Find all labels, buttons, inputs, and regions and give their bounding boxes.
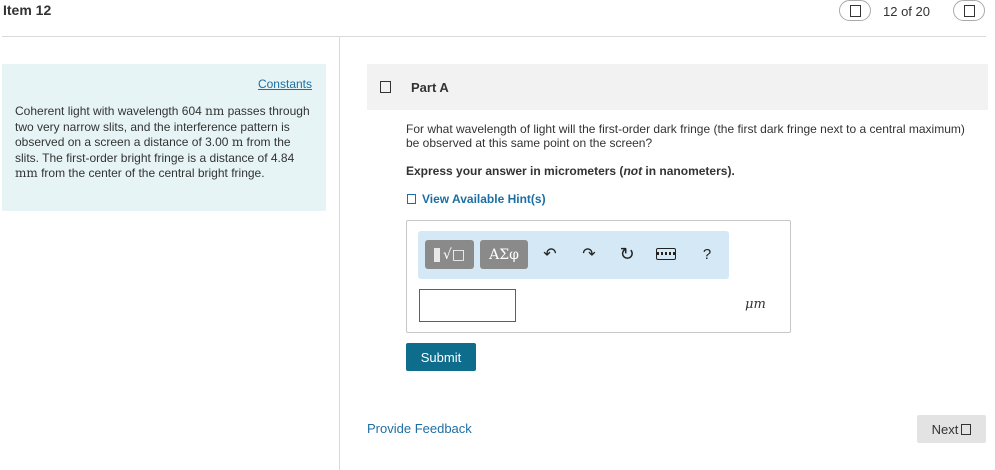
answer-area: √□ ΑΣφ ↶ ↷ ↻ ? μm (406, 220, 791, 333)
square-icon (849, 4, 861, 17)
undo-icon[interactable]: ↶ (540, 244, 560, 264)
unit-label: μm (745, 297, 766, 312)
constants-link[interactable]: Constants (258, 77, 312, 91)
provide-feedback-link[interactable]: Provide Feedback (367, 421, 472, 436)
item-title: Item 12 (3, 2, 52, 18)
reset-icon[interactable]: ↻ (616, 244, 638, 264)
square-icon (407, 194, 416, 204)
square-icon (961, 423, 972, 435)
answer-instruction: Express your answer in micrometers (not … (406, 164, 735, 178)
question-text: For what wavelength of light will the fi… (406, 122, 965, 150)
keyboard-icon[interactable] (654, 244, 678, 264)
problem-statement: Coherent light with wavelength 604 nm pa… (15, 104, 310, 181)
previous-item-button[interactable] (839, 0, 871, 21)
part-label: Part A (411, 80, 449, 95)
redo-icon[interactable]: ↷ (579, 244, 599, 264)
hint-label: View Available Hint(s) (422, 192, 546, 206)
header-divider (2, 36, 986, 37)
greek-symbols-button[interactable]: ΑΣφ (480, 240, 528, 269)
help-button[interactable]: ? (697, 244, 717, 264)
square-icon (963, 4, 975, 17)
math-toolbar: √□ ΑΣφ ↶ ↷ ↻ ? (418, 231, 729, 279)
answer-input[interactable] (419, 289, 516, 322)
template-block-icon (433, 247, 440, 262)
next-label: Next (931, 421, 959, 437)
next-item-button[interactable] (953, 0, 985, 21)
templates-button[interactable]: √□ (425, 240, 474, 269)
constants-panel: Constants Coherent light with wavelength… (2, 64, 326, 211)
view-hints-link[interactable]: View Available Hint(s) (407, 192, 546, 206)
part-status-icon (380, 81, 391, 93)
item-counter: 12 of 20 (883, 4, 930, 19)
column-divider (339, 37, 340, 470)
part-header[interactable]: Part A (367, 64, 988, 110)
submit-button[interactable]: Submit (406, 343, 476, 371)
next-button[interactable]: Next (917, 415, 986, 443)
